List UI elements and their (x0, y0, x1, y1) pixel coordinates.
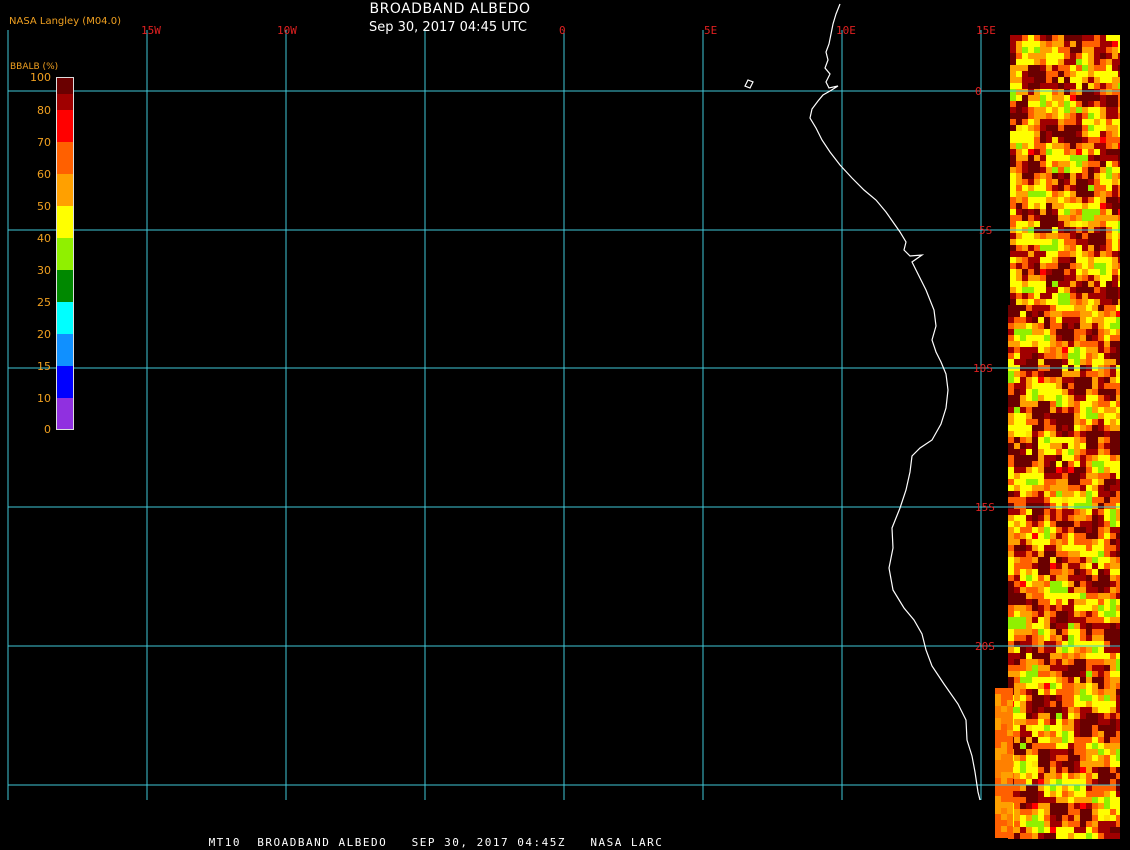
albedo-data-swath (995, 35, 1120, 839)
colorbar-label: 0 (44, 423, 51, 436)
colorbar-swatch (57, 302, 74, 334)
colorbar-swatch (57, 110, 74, 142)
colorbar-label: 60 (37, 168, 51, 181)
colorbar-label: 50 (37, 200, 51, 213)
colorbar-label: 80 (37, 104, 51, 117)
lat-label-0: 0 (975, 85, 982, 98)
latitude-labels: 0 5S 10S 15S 20S (973, 85, 995, 653)
colorbar-swatch (57, 238, 74, 270)
colorbar-swatch (57, 174, 74, 206)
colorbar-label: 40 (37, 232, 51, 245)
lat-label-20s: 20S (975, 640, 995, 653)
colorbar-swatch (57, 366, 74, 398)
longitude-labels: 15W 10W 0 5E 10E 15E (141, 24, 996, 37)
lat-lon-grid (7, 30, 1120, 800)
lon-label-15w: 15W (141, 24, 161, 37)
colorbar-label: 25 (37, 296, 51, 309)
footer-caption: MT10 BROADBAND ALBEDO SEP 30, 2017 04:45… (208, 836, 664, 849)
lon-label-15e: 15E (976, 24, 996, 37)
colorbar-swatch (57, 94, 74, 110)
colorbar-label: 10 (37, 392, 51, 405)
lon-label-10e: 10E (836, 24, 856, 37)
colorbar-label: 15 (37, 360, 51, 373)
lat-label-15s: 15S (975, 501, 995, 514)
colorbar-label: 70 (37, 136, 51, 149)
albedo-map-view: 15W 10W 0 5E 10E 15E 0 5S 10S 15S 20S BR… (0, 0, 1130, 850)
lon-label-5e: 5E (704, 24, 717, 37)
colorbar-swatch (57, 142, 74, 174)
coastline (744, 3, 981, 801)
provider-label: NASA Langley (M04.0) (9, 16, 121, 27)
colorbar-swatch (57, 78, 74, 94)
colorbar-swatch (57, 398, 74, 429)
lat-label-10s: 10S (973, 362, 993, 375)
lon-label-0: 0 (559, 24, 566, 37)
lon-label-10w: 10W (277, 24, 297, 37)
colorbar-label: 100 (30, 71, 51, 84)
colorbar-swatch (57, 270, 74, 302)
lat-label-5s: 5S (979, 224, 992, 237)
colorbar-label: 30 (37, 264, 51, 277)
colorbar-swatch (57, 206, 74, 238)
map-canvas: 15W 10W 0 5E 10E 15E 0 5S 10S 15S 20S (7, 3, 1120, 839)
colorbar-swatch (57, 334, 74, 366)
colorbar-label: 20 (37, 328, 51, 341)
